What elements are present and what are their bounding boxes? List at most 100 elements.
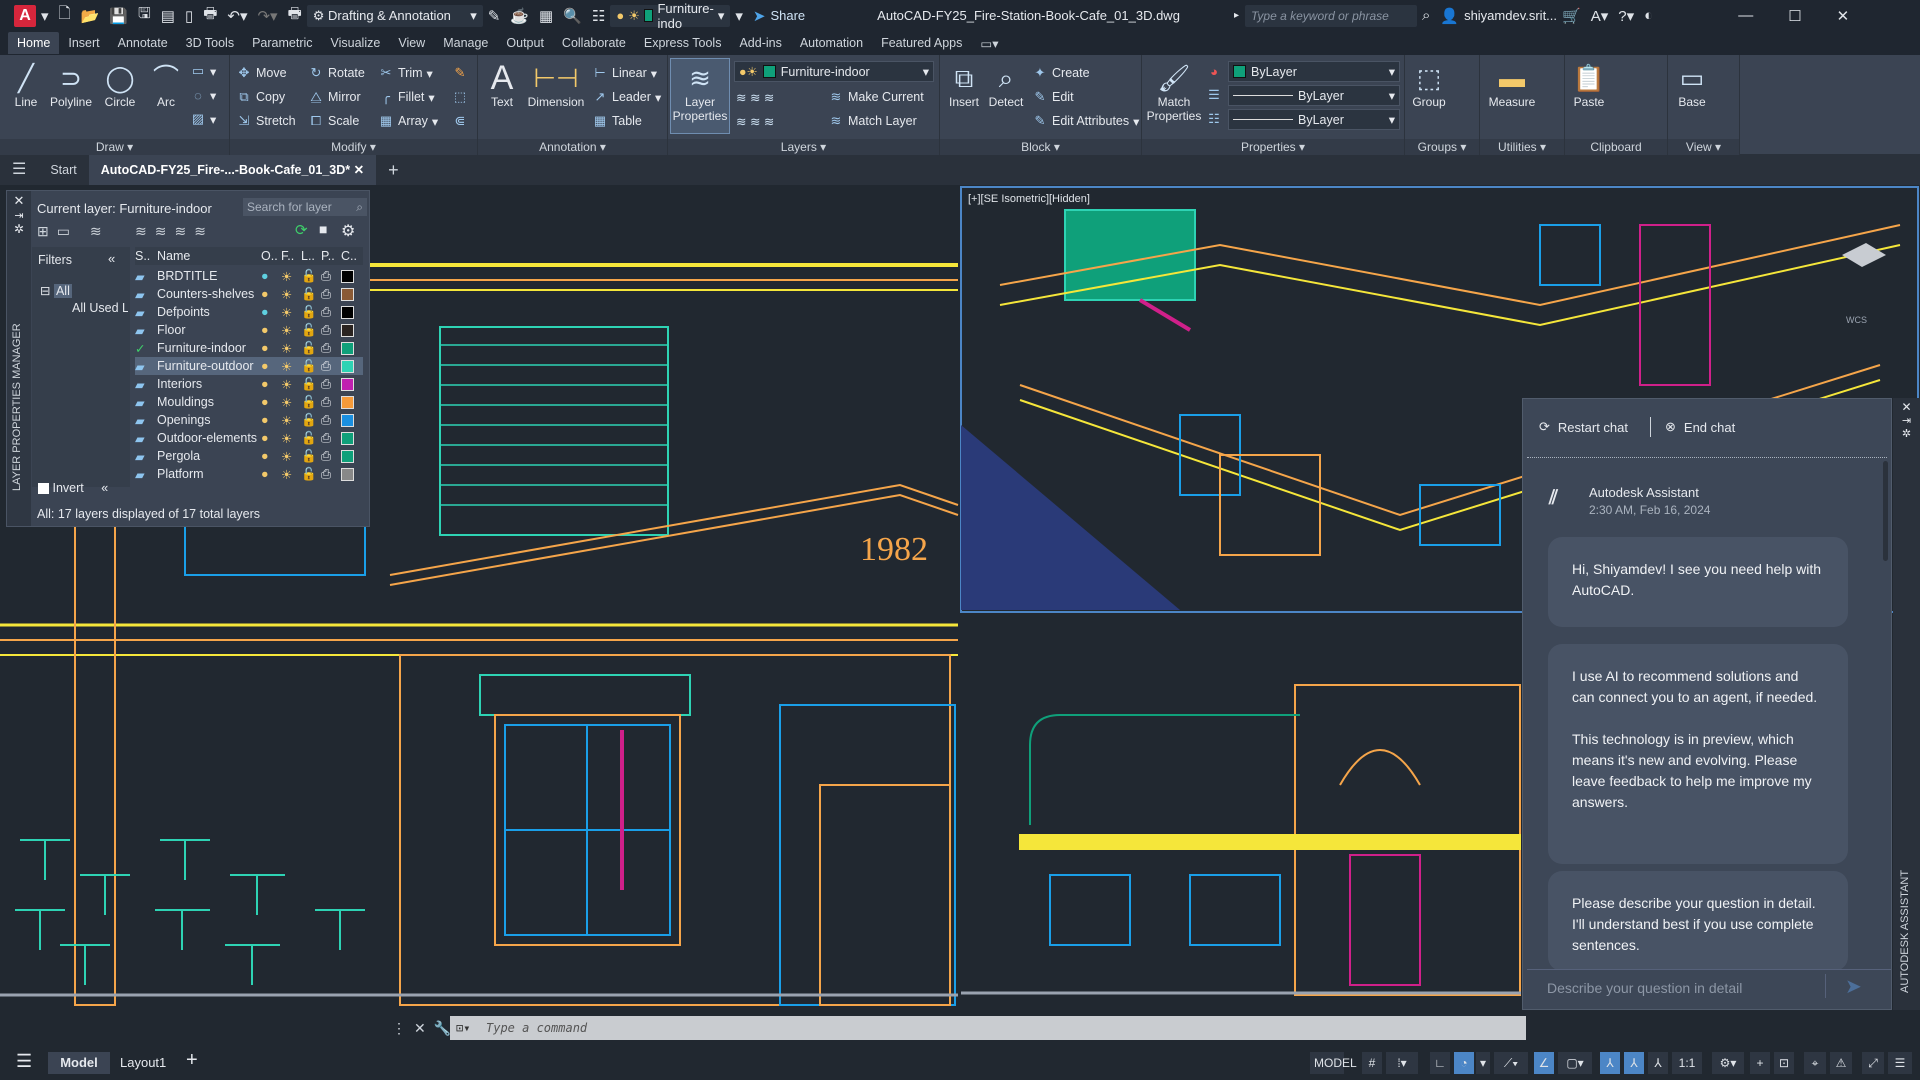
lock-icon[interactable]: 🔓 — [301, 395, 321, 410]
lock-icon[interactable]: 🔓 — [301, 413, 321, 428]
polar-tracking-icon[interactable]: ◔ — [1454, 1052, 1474, 1074]
object-snap-tracking-icon[interactable]: ∠ — [1534, 1052, 1554, 1074]
match-layer-button[interactable]: ≋ Match Layer — [828, 111, 917, 131]
close-command-icon[interactable]: ✕ — [414, 1020, 426, 1037]
trim-button[interactable]: ✂ Trim ▾ — [378, 63, 433, 83]
lock-icon[interactable]: 🔓 — [301, 449, 321, 464]
drawing-tab[interactable]: AutoCAD-FY25_Fire-...-Book-Cafe_01_3D* ✕ — [88, 155, 377, 185]
on-bulb-icon[interactable]: ● — [261, 305, 281, 319]
linetype-dropdown[interactable]: ByLayer ▾ — [1228, 85, 1400, 106]
app-menu-button[interactable]: A — [14, 4, 36, 27]
keyword-search-input[interactable]: Type a keyword or phrase — [1244, 4, 1417, 27]
tab-insert[interactable]: Insert — [59, 32, 108, 54]
text-button[interactable]: A Text — [484, 61, 520, 109]
save-icon[interactable]: 💾 — [109, 7, 128, 25]
freeze-sun-icon[interactable]: ☀ — [281, 305, 301, 320]
palette-properties-icon[interactable]: ✲ — [1893, 427, 1920, 440]
model-space-toggle[interactable]: MODEL — [1310, 1052, 1357, 1074]
tab-3d-tools[interactable]: 3D Tools — [177, 32, 243, 54]
on-bulb-icon[interactable]: ● — [261, 341, 281, 355]
cart-icon[interactable]: 🛒 — [1562, 7, 1581, 25]
draw-panel-label[interactable]: Draw ▾ — [0, 139, 229, 155]
mirror-button[interactable]: ⧋ Mirror — [308, 87, 360, 107]
layout1-tab[interactable]: Layout1 — [120, 1052, 166, 1074]
tab-view[interactable]: View — [389, 32, 434, 54]
plot-icon[interactable]: ⎙ — [321, 323, 341, 338]
create-block-button[interactable]: ✦ Create — [1032, 63, 1090, 83]
batch-plot-icon[interactable]: 🖶 — [288, 3, 302, 28]
layer-properties-button[interactable]: ≋ Layer Properties — [670, 58, 730, 134]
tab-add-ins[interactable]: Add-ins — [730, 32, 790, 54]
on-bulb-icon[interactable]: ● — [261, 287, 281, 301]
ribbon-minimize-icon[interactable]: ▭▾ — [971, 32, 1007, 55]
layer-row[interactable]: ▰ Counters-shelves ● ☀ 🔓 ⎙ — [135, 285, 363, 303]
edit-attributes-button[interactable]: ✎ Edit Attributes ▾ — [1032, 111, 1140, 131]
base-view-button[interactable]: ▭ Base — [1672, 61, 1712, 109]
tab-visualize[interactable]: Visualize — [322, 32, 390, 54]
stop-icon[interactable]: ■ — [319, 221, 327, 237]
col-color[interactable]: C.. — [341, 247, 361, 265]
on-bulb-icon[interactable]: ● — [261, 413, 281, 427]
viewport-label[interactable]: [+][SE Isometric][Hidden] — [968, 193, 1090, 205]
layer-row[interactable]: ▰ Platform ● ☀ 🔓 ⎙ — [135, 465, 363, 483]
auto-hide-icon[interactable]: ⇥ — [1893, 414, 1920, 427]
auto-scale-icon[interactable]: ⅄ — [1624, 1052, 1644, 1074]
save-web-icon[interactable]: ▯ — [185, 7, 193, 25]
lock-icon[interactable]: 🔓 — [301, 287, 321, 302]
filter-all-used[interactable]: All Used Layers — [72, 301, 128, 315]
freeze-sun-icon[interactable]: ☀ — [281, 395, 301, 410]
layer-dropdown[interactable]: ●☀ Furniture-indoor ▾ — [734, 61, 934, 82]
fullscreen-icon[interactable]: ⤢ — [1862, 1052, 1884, 1074]
annotation-visibility-icon[interactable]: ⅄ — [1600, 1052, 1620, 1074]
table-button[interactable]: ▦ Table — [592, 111, 642, 131]
array-button[interactable]: ▦ Array ▾ — [378, 111, 438, 131]
plot-icon[interactable]: ⎙ — [321, 395, 341, 410]
detect-button[interactable]: ⌕ Detect — [984, 61, 1028, 109]
add-layout-button[interactable]: + — [186, 1049, 198, 1072]
on-bulb-icon[interactable]: ● — [261, 395, 281, 409]
collapse-filters-icon[interactable]: « — [108, 251, 115, 266]
freeze-sun-icon[interactable]: ☀ — [281, 269, 301, 284]
snap-icon[interactable]: ⁞▾ — [1386, 1052, 1418, 1074]
command-input[interactable]: ⊡▾ Type a command — [450, 1016, 1526, 1040]
paste-button[interactable]: 📋 Paste — [1569, 61, 1609, 109]
properties-panel-label[interactable]: Properties ▾ — [1142, 139, 1404, 155]
stretch-button[interactable]: ⇲ Stretch — [236, 111, 296, 131]
app-menu-arrow-icon[interactable]: ▾ — [41, 7, 49, 25]
polyline-button[interactable]: ⊃ Polyline — [46, 61, 96, 109]
line-button[interactable]: ╱ Line — [6, 61, 46, 109]
lock-icon[interactable]: 🔓 — [301, 467, 321, 482]
layers-panel-label[interactable]: Layers ▾ — [668, 139, 939, 155]
graphics-performance-icon[interactable]: ⚠ — [1830, 1052, 1852, 1074]
close-palette-icon[interactable]: ✕ — [7, 191, 31, 209]
tab-automation[interactable]: Automation — [791, 32, 872, 54]
lock-icon[interactable]: 🔓 — [301, 323, 321, 338]
wcs-label[interactable]: WCS — [1846, 315, 1867, 325]
insert-button[interactable]: ⧉ Insert — [944, 61, 984, 109]
polar-dropdown[interactable]: ▾ — [1476, 1052, 1490, 1074]
object-snap-icon[interactable]: ▢▾ — [1558, 1052, 1592, 1074]
col-freeze[interactable]: F.. — [281, 247, 301, 265]
freeze-sun-icon[interactable]: ☀ — [281, 287, 301, 302]
col-on[interactable]: O.. — [261, 247, 281, 265]
units-icon[interactable]: ⊡ — [1774, 1052, 1794, 1074]
bottom-right-viewport[interactable] — [961, 615, 1521, 996]
layer-color-swatch[interactable] — [341, 359, 354, 373]
linear-button[interactable]: ⊢ Linear ▾ — [592, 63, 657, 83]
on-bulb-icon[interactable]: ● — [261, 449, 281, 463]
layer-row[interactable]: ▰ Furniture-outdoor ● ☀ 🔓 ⎙ — [135, 357, 363, 375]
match-icon[interactable]: ✎ — [488, 7, 501, 25]
scale-button[interactable]: ⧠ Scale — [308, 111, 359, 131]
annotation-monitor-icon[interactable]: + — [1750, 1052, 1770, 1074]
tab-manage[interactable]: Manage — [434, 32, 497, 54]
layer-color-swatch[interactable] — [341, 377, 354, 391]
layer-row[interactable]: ▰ Floor ● ☀ 🔓 ⎙ — [135, 321, 363, 339]
close-palette-icon[interactable]: ✕ — [1893, 398, 1920, 414]
grid-icon[interactable]: # — [1362, 1052, 1382, 1074]
lineweight-dropdown[interactable]: ByLayer ▾ — [1228, 109, 1400, 130]
send-icon[interactable]: ➤ — [1845, 974, 1862, 999]
new-file-icon[interactable]: 🗋 — [59, 3, 71, 28]
palette-properties-icon[interactable]: ✲ — [7, 222, 31, 236]
on-bulb-icon[interactable]: ● — [261, 377, 281, 391]
customization-menu-icon[interactable]: ☰ — [1888, 1052, 1912, 1074]
